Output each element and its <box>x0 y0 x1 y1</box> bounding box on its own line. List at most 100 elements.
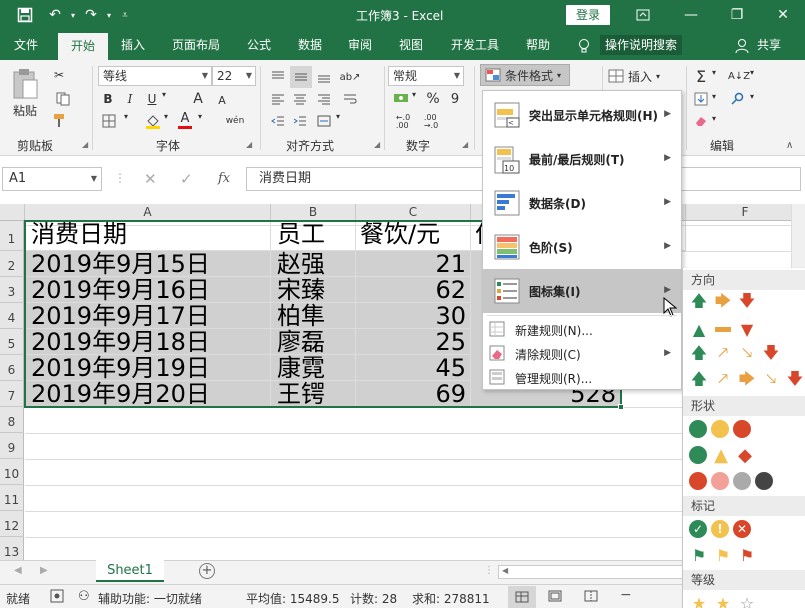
merge-center-icon[interactable] <box>314 112 334 130</box>
percent-button[interactable]: % <box>424 90 442 108</box>
paste-icon[interactable] <box>8 66 44 102</box>
row-header[interactable]: 2 <box>0 251 24 277</box>
column-header[interactable]: B <box>271 204 356 221</box>
table-header-cell[interactable]: 餐饮/元 <box>356 221 471 251</box>
shrink-font-button[interactable]: A <box>214 92 230 108</box>
icon-set-option[interactable] <box>689 470 773 492</box>
column-header[interactable]: F <box>686 204 805 221</box>
name-box[interactable]: A1 ▼ <box>2 167 102 191</box>
table-cell[interactable]: 赵强 <box>271 251 356 277</box>
clipboard-launcher-icon[interactable]: ◢ <box>82 140 88 149</box>
menu-item-highlight-cells-rules[interactable]: < 突出显示单元格规则(H) ▶ <box>483 93 681 137</box>
table-cell[interactable]: 2019年9月18日 <box>25 329 271 355</box>
restore-button[interactable]: ❐ <box>722 3 752 27</box>
row-header[interactable]: 11 <box>0 485 24 511</box>
row-header[interactable]: 13 <box>0 537 24 560</box>
underline-dropdown-icon[interactable]: ▾ <box>162 90 166 99</box>
row-header[interactable]: 4 <box>0 303 24 329</box>
font-color-dropdown-icon[interactable]: ▾ <box>198 112 202 121</box>
icon-set-option[interactable]: ★ ★ ☆ <box>689 592 757 608</box>
table-cell[interactable]: 康霓 <box>271 355 356 381</box>
table-cell[interactable]: 王锷 <box>271 381 356 407</box>
add-sheet-button[interactable]: + <box>199 563 215 579</box>
increase-decimal-icon[interactable]: ←.0.00 <box>390 112 416 132</box>
customize-qat-icon[interactable]: ⩡ <box>114 5 136 25</box>
tab-page-layout[interactable]: 页面布局 <box>164 30 228 60</box>
wrap-text-icon[interactable] <box>340 90 360 108</box>
tab-review[interactable]: 审阅 <box>340 30 380 60</box>
row-header[interactable]: 1 <box>0 221 24 251</box>
comma-style-button[interactable]: 9 <box>446 90 464 108</box>
icon-set-option[interactable]: 🡅 🡕 🡖 🡇 <box>689 343 781 366</box>
conditional-formatting-button[interactable]: 条件格式 ▾ <box>480 64 570 86</box>
save-icon[interactable] <box>14 5 36 25</box>
fill-dropdown-icon[interactable]: ▾ <box>712 92 716 101</box>
fill-color-dropdown-icon[interactable]: ▾ <box>164 112 168 121</box>
table-cell[interactable]: 2019年9月19日 <box>25 355 271 381</box>
table-cell[interactable]: 2019年9月16日 <box>25 277 271 303</box>
align-right-icon[interactable] <box>314 90 334 108</box>
borders-icon[interactable] <box>100 112 118 130</box>
align-center-icon[interactable] <box>290 90 310 108</box>
tell-me-search[interactable]: 操作说明搜索 <box>600 35 682 55</box>
icon-set-option[interactable]: ▲ ◆ <box>689 444 755 466</box>
format-painter-icon[interactable] <box>50 112 68 130</box>
menu-item-new-rule[interactable]: 新建规则(N)... <box>483 317 681 341</box>
bold-button[interactable]: B <box>100 90 116 108</box>
insert-function-icon[interactable]: fx <box>218 171 230 186</box>
row-header[interactable]: 8 <box>0 407 24 433</box>
font-color-icon[interactable]: A <box>176 110 194 130</box>
icon-set-option[interactable]: ▲ ▼ <box>689 318 757 340</box>
minimize-button[interactable]: — <box>676 3 706 27</box>
page-layout-view-button[interactable] <box>548 590 562 605</box>
table-cell[interactable]: 62 <box>356 277 471 303</box>
share-button[interactable]: 共享 <box>754 30 784 60</box>
enter-icon[interactable]: ✓ <box>180 170 193 188</box>
fill-color-icon[interactable] <box>144 112 162 130</box>
tab-file[interactable]: 文件 <box>0 30 52 60</box>
prev-sheet-icon[interactable]: ◀ <box>14 565 22 576</box>
table-cell[interactable]: 宋臻 <box>271 277 356 303</box>
macro-record-icon[interactable] <box>50 589 64 606</box>
italic-button[interactable]: I <box>122 90 138 108</box>
ribbon-display-icon[interactable] <box>632 5 654 25</box>
sort-filter-icon[interactable]: A↓Z <box>728 66 750 86</box>
row-header[interactable]: 7 <box>0 381 24 407</box>
fill-handle[interactable] <box>618 404 624 410</box>
login-button[interactable]: 登录 <box>566 5 610 25</box>
menu-item-clear-rules[interactable]: 清除规则(C) ▶ <box>483 341 681 365</box>
grow-font-button[interactable]: A <box>190 90 206 108</box>
align-left-icon[interactable] <box>268 90 288 108</box>
collapse-ribbon-icon[interactable]: ∧ <box>786 140 793 151</box>
underline-button[interactable]: U <box>144 90 160 108</box>
table-cell[interactable]: 45 <box>356 355 471 381</box>
accessibility-status[interactable]: 辅助功能: 一切就绪 <box>98 590 202 607</box>
number-format-combo[interactable]: 常规 ▼ <box>388 66 464 86</box>
select-all-corner[interactable] <box>0 204 25 221</box>
icon-set-option[interactable] <box>689 418 751 440</box>
find-select-icon[interactable] <box>728 90 746 108</box>
table-cell[interactable]: 69 <box>356 381 471 407</box>
zoom-out-icon[interactable]: − <box>620 587 632 603</box>
orientation-icon[interactable]: ab↗ <box>340 68 361 86</box>
table-cell[interactable]: 21 <box>356 251 471 277</box>
icon-set-option[interactable]: ✓ ! ✕ <box>689 518 751 540</box>
accounting-format-icon[interactable] <box>392 90 410 108</box>
accessibility-icon[interactable]: ⚇ <box>78 589 90 604</box>
table-cell[interactable]: 2019年9月17日 <box>25 303 271 329</box>
font-launcher-icon[interactable]: ◢ <box>246 140 252 149</box>
tab-view[interactable]: 视图 <box>390 30 432 60</box>
phonetic-button[interactable]: wén <box>222 112 248 130</box>
paste-button[interactable]: 粘贴 <box>10 102 40 119</box>
row-header[interactable]: 9 <box>0 433 24 459</box>
decrease-decimal-icon[interactable]: .00 →.0 <box>418 112 444 132</box>
merge-dropdown-icon[interactable]: ▾ <box>336 112 340 121</box>
menu-item-top-bottom-rules[interactable]: 10 最前/最后规则(T) ▶ <box>483 137 681 181</box>
row-header[interactable]: 5 <box>0 329 24 355</box>
icon-set-option[interactable]: ⚑ ⚑ ⚑ <box>689 544 757 566</box>
font-size-combo[interactable]: 22 ▼ <box>212 66 256 86</box>
drag-handle-icon[interactable]: ⋮ <box>114 171 126 185</box>
insert-cells-button[interactable]: 插入 ▾ <box>608 66 684 86</box>
clear-dropdown-icon[interactable]: ▾ <box>712 114 716 123</box>
table-cell[interactable]: 柏隼 <box>271 303 356 329</box>
